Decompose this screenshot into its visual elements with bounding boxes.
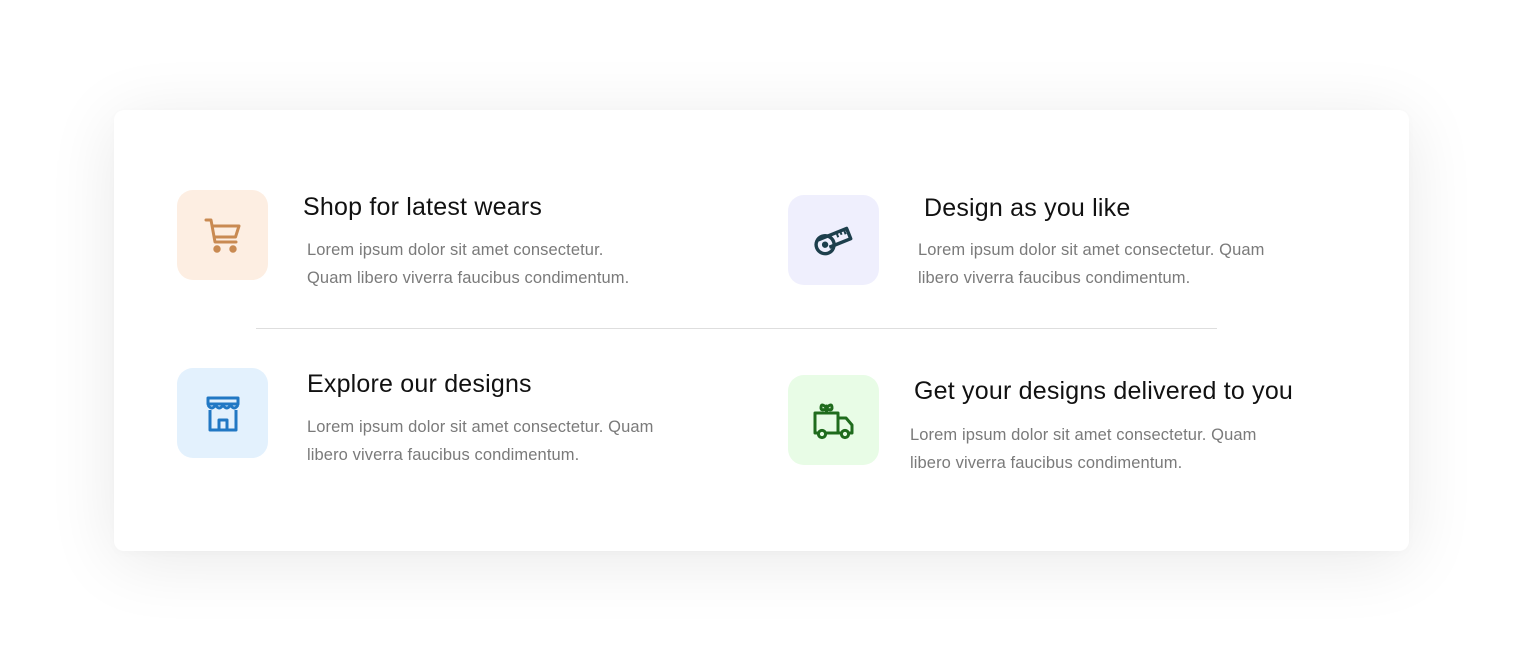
explore-icon-box	[177, 368, 268, 458]
storefront-icon	[206, 396, 239, 432]
measuring-tape-icon	[813, 226, 852, 256]
section-divider	[256, 328, 1217, 329]
feature-description: Lorem ipsum dolor sit amet consectetur. …	[307, 418, 654, 464]
design-icon-box	[788, 195, 879, 285]
feature-title: Get your designs delivered to you	[914, 377, 1294, 405]
feature-title: Shop for latest wears	[303, 193, 543, 221]
feature-title: Explore our designs	[307, 370, 532, 398]
shopping-cart-icon	[204, 218, 240, 253]
feature-description: Lorem ipsum dolor sit amet consectetur. …	[918, 241, 1265, 287]
delivery-icon-box	[788, 375, 879, 465]
feature-description: Lorem ipsum dolor sit amet consectetur. …	[910, 426, 1257, 472]
shop-icon-box	[177, 190, 268, 280]
feature-description: Lorem ipsum dolor sit amet consectetur. …	[307, 241, 630, 287]
feature-title: Design as you like	[924, 194, 1131, 222]
features-card: Shop for latest wears Lorem ipsum dolor …	[114, 110, 1409, 551]
delivery-truck-icon	[813, 403, 853, 440]
